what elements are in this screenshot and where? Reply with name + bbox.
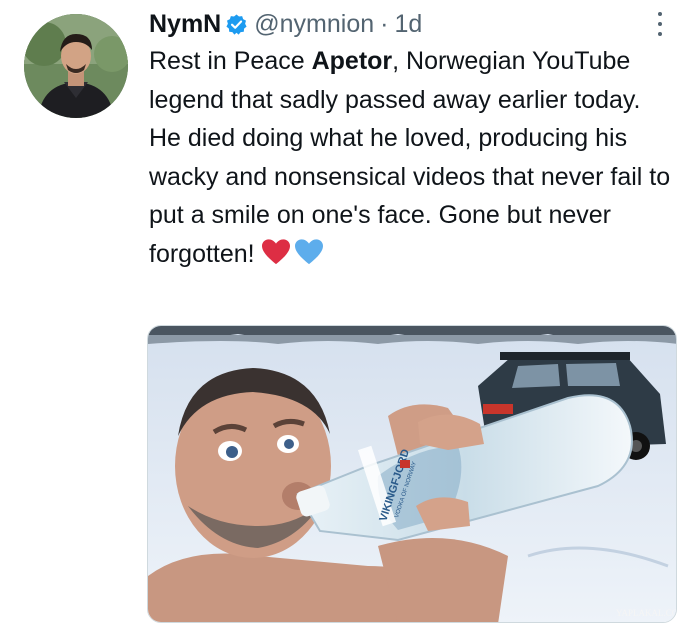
avatar-photo [24, 14, 128, 118]
separator-dot: · [380, 10, 389, 38]
timestamp[interactable]: 1d [394, 6, 422, 42]
tweet-text-part2: , Norwegian YouTube legend that sadly pa… [149, 47, 671, 268]
blue-heart-icon [294, 238, 323, 264]
tweet-text-part1: Rest in Peace [149, 47, 312, 75]
user-handle[interactable]: @nymnion [254, 6, 374, 42]
photo-man-drinking-from-bottle-in-snow: VIKINGFJORD VODKA OF NORWAY YAPLAKAL.COM [148, 326, 677, 622]
more-options-icon[interactable] [650, 10, 670, 38]
profile-avatar[interactable] [24, 14, 128, 118]
verified-badge-icon [225, 13, 248, 36]
display-name[interactable]: NymN [149, 6, 221, 42]
tweet-header: NymN @nymnion · 1d [149, 6, 422, 42]
tweet[interactable]: NymN @nymnion · 1d Rest in Peace Apetor,… [0, 0, 700, 636]
tweet-text: Rest in Peace Apetor, Norwegian YouTube … [149, 42, 674, 273]
tweet-media-photo[interactable]: VIKINGFJORD VODKA OF NORWAY YAPLAKAL.COM [147, 325, 677, 623]
red-heart-icon [261, 238, 290, 264]
tweet-text-bold-name[interactable]: Apetor [312, 47, 393, 75]
emoji-group [261, 238, 327, 266]
watermark-text: YAPLAKAL.COM [616, 608, 677, 618]
